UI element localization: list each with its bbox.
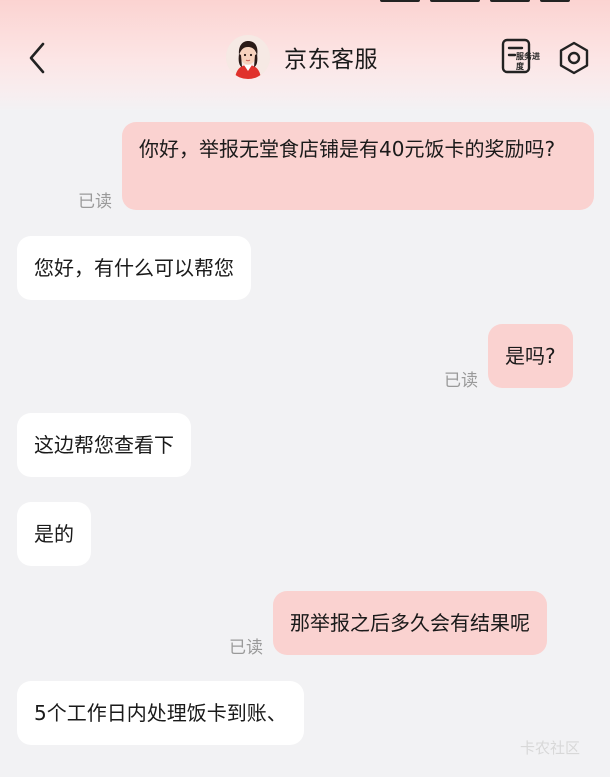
chat-title: 京东客服 [284,47,378,73]
title-area[interactable]: 京东客服 [226,34,378,80]
settings-button[interactable] [557,40,591,76]
back-button[interactable] [22,38,52,78]
status-bar [380,0,570,4]
message-bubble-me[interactable]: 你好，举报无堂食店铺是有40元饭卡的奖励吗? [122,122,594,210]
read-status: 已读 [229,638,263,658]
read-status: 已读 [444,371,478,391]
message-bubble-me[interactable]: 是吗? [488,324,573,388]
message-bubble-agent[interactable]: 这边帮您查看下 [17,413,191,477]
message-bubble-agent[interactable]: 5个工作日内处理饭卡到账、 [17,681,304,745]
message-bubble-me[interactable]: 那举报之后多久会有结果呢 [273,591,547,655]
chat-header: 京东客服 服务进度 [0,0,610,112]
watermark: 卡农社区 [520,739,581,757]
service-progress-button[interactable]: 服务进度 [500,37,540,77]
chevron-left-icon [29,42,45,74]
message-bubble-agent[interactable]: 是的 [17,502,91,566]
read-status: 已读 [78,192,112,212]
agent-avatar[interactable] [226,35,270,79]
hexagon-settings-icon [559,41,589,75]
service-progress-label: 服务进度 [516,52,540,71]
message-bubble-agent[interactable]: 您好，有什么可以帮您 [17,236,251,300]
